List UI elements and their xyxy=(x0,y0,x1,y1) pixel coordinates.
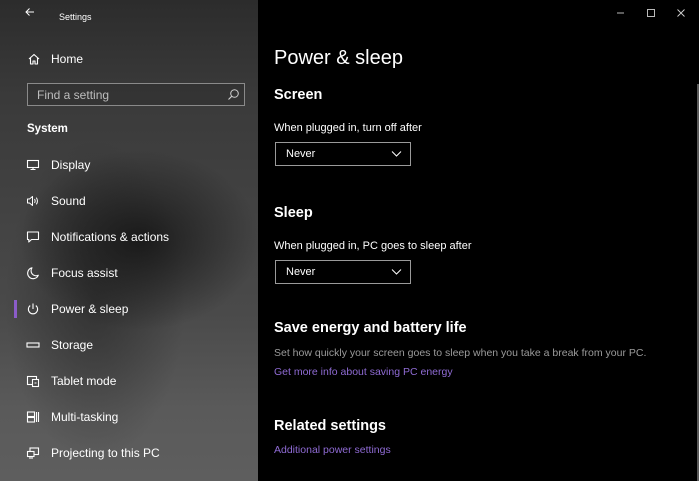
sidebar-item-label: Projecting to this PC xyxy=(51,446,160,460)
chevron-down-icon xyxy=(391,269,402,275)
sidebar-item-focus-assist[interactable]: Focus assist xyxy=(14,258,248,288)
sidebar-item-storage[interactable]: Storage xyxy=(14,330,248,360)
sidebar: Settings Home System Display xyxy=(0,0,258,481)
power-icon xyxy=(27,303,39,315)
speaker-icon xyxy=(27,196,38,206)
storage-icon xyxy=(26,342,40,348)
sidebar-item-sound[interactable]: Sound xyxy=(14,186,248,216)
search-input[interactable] xyxy=(28,84,223,105)
projecting-icon xyxy=(26,447,40,459)
section-title-system: System xyxy=(27,123,68,135)
nav-home[interactable]: Home xyxy=(18,46,248,72)
maximize-icon[interactable] xyxy=(639,4,663,22)
search-box[interactable] xyxy=(27,83,245,106)
sidebar-item-display[interactable]: Display xyxy=(14,150,248,180)
sleep-label: When plugged in, PC goes to sleep after xyxy=(274,240,472,252)
search-icon[interactable] xyxy=(227,88,240,101)
tablet-mode-icon xyxy=(26,375,40,388)
nav-home-label: Home xyxy=(51,52,84,66)
save-energy-info-link[interactable]: Get more info about saving PC energy xyxy=(274,366,453,378)
moon-icon xyxy=(27,267,39,280)
page-title: Power & sleep xyxy=(274,47,403,69)
home-icon xyxy=(28,53,40,65)
additional-power-settings-link[interactable]: Additional power settings xyxy=(274,444,391,456)
sidebar-item-label: Sound xyxy=(51,194,86,208)
sidebar-item-multitasking[interactable]: Multi-tasking xyxy=(14,402,248,432)
sleep-timeout-value: Never xyxy=(286,266,316,278)
save-energy-description: Set how quickly your screen goes to slee… xyxy=(274,347,647,359)
sidebar-item-power-sleep[interactable]: Power & sleep xyxy=(14,294,248,324)
sidebar-item-label: Multi-tasking xyxy=(51,410,119,424)
sidebar-item-label: Focus assist xyxy=(51,266,118,280)
notification-icon xyxy=(26,231,40,243)
window-title: Settings xyxy=(59,12,92,22)
screen-label: When plugged in, turn off after xyxy=(274,122,422,134)
minimize-icon[interactable] xyxy=(609,4,633,22)
sidebar-item-projecting[interactable]: Projecting to this PC xyxy=(14,438,248,468)
related-settings-heading: Related settings xyxy=(274,418,386,434)
main-content: Power & sleep Screen When plugged in, tu… xyxy=(258,0,699,481)
sidebar-item-label: Tablet mode xyxy=(51,374,117,388)
monitor-icon xyxy=(26,159,40,171)
sleep-timeout-dropdown[interactable]: Never xyxy=(275,260,411,284)
sidebar-item-notifications[interactable]: Notifications & actions xyxy=(14,222,248,252)
sidebar-item-label: Notifications & actions xyxy=(51,230,170,244)
sidebar-item-tablet-mode[interactable]: Tablet mode xyxy=(14,366,248,396)
screen-timeout-dropdown[interactable]: Never xyxy=(275,142,411,166)
window-controls xyxy=(609,4,699,22)
save-energy-heading: Save energy and battery life xyxy=(274,320,467,336)
multitasking-icon xyxy=(26,411,40,423)
close-icon[interactable] xyxy=(669,4,693,22)
sidebar-item-label: Power & sleep xyxy=(51,302,129,316)
sleep-heading: Sleep xyxy=(274,205,313,221)
sidebar-item-label: Storage xyxy=(51,338,94,352)
screen-heading: Screen xyxy=(274,87,323,103)
back-arrow-icon[interactable] xyxy=(24,6,36,18)
screen-timeout-value: Never xyxy=(286,148,316,160)
sidebar-item-label: Display xyxy=(51,158,91,172)
settings-window: Settings Home System Display xyxy=(0,0,699,481)
chevron-down-icon xyxy=(391,151,402,157)
